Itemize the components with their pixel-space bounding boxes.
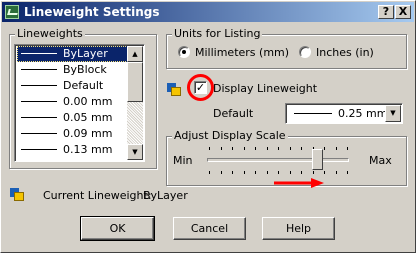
default-label: Default bbox=[213, 107, 254, 120]
lineweight-item-label: ByBlock bbox=[63, 63, 107, 76]
window-title: Lineweight Settings bbox=[24, 5, 160, 19]
help-title-button[interactable]: ? bbox=[378, 5, 394, 19]
default-lineweight-value: 0.25 mm bbox=[338, 107, 388, 120]
slider-tick bbox=[232, 147, 233, 150]
slider-tick bbox=[232, 171, 233, 174]
lineweight-sample-line bbox=[294, 113, 332, 114]
slider-tick bbox=[266, 171, 268, 174]
display-lineweight-label[interactable]: Display Lineweight bbox=[213, 82, 317, 95]
slider-tick bbox=[301, 171, 302, 174]
inches-label[interactable]: Inches (in) bbox=[316, 46, 374, 59]
lineweight-sample-line bbox=[21, 53, 57, 54]
units-group-label: Units for Listing bbox=[172, 27, 263, 40]
lineweight-sample-line bbox=[21, 69, 57, 70]
slider-tick bbox=[301, 147, 302, 150]
red-arrow-annotation bbox=[274, 178, 324, 188]
slider-tick bbox=[243, 171, 245, 174]
lineweight-item-label: 0.13 mm bbox=[63, 143, 113, 156]
lineweight-sample-line bbox=[21, 101, 57, 102]
slider-tick bbox=[335, 171, 337, 174]
lineweight-item-0-09[interactable]: 0.09 mm bbox=[17, 126, 128, 142]
help-button[interactable]: Help bbox=[262, 217, 335, 240]
lineweight-item-0-00[interactable]: 0.00 mm bbox=[17, 94, 128, 110]
close-title-button[interactable]: X bbox=[395, 5, 411, 19]
slider-tick bbox=[220, 147, 222, 150]
lineweight-item-label: ByLayer bbox=[63, 47, 108, 60]
lineweights-group-label: Lineweights bbox=[15, 27, 85, 40]
lineweight-sample-line bbox=[21, 149, 57, 150]
millimeters-label[interactable]: Millimeters (mm) bbox=[195, 46, 289, 59]
slider-tick bbox=[347, 171, 348, 174]
slider-tick bbox=[289, 171, 291, 174]
lineweight-item-label: 0.09 mm bbox=[63, 127, 113, 140]
lineweight-item-bylayer[interactable]: ByLayer bbox=[17, 46, 128, 62]
lineweight-item-byblock[interactable]: ByBlock bbox=[17, 62, 128, 78]
ok-button[interactable]: OK bbox=[80, 216, 155, 241]
scroll-up-button[interactable]: ▲ bbox=[127, 46, 143, 62]
slider-tick bbox=[243, 147, 245, 150]
slider-tick bbox=[324, 171, 325, 174]
display-lineweight-checkbox[interactable]: ✓ bbox=[194, 81, 207, 94]
title-bar: Lineweight Settings ? X bbox=[2, 2, 414, 22]
lineweight-item-label: 0.05 mm bbox=[63, 111, 113, 124]
lineweight-sample-line bbox=[21, 133, 57, 134]
lineweights-scrollbar[interactable]: ▲ ▼ bbox=[127, 46, 143, 160]
slider-tick bbox=[335, 147, 337, 150]
slider-tick bbox=[324, 147, 325, 150]
lineweight-item-default[interactable]: Default bbox=[17, 78, 128, 94]
lineweight-item-0-05[interactable]: 0.05 mm bbox=[17, 110, 128, 126]
lineweight-item-label: Default bbox=[63, 79, 104, 92]
lineweight-sample-line bbox=[21, 117, 57, 118]
scale-min-label: Min bbox=[173, 154, 193, 167]
lineweight-item-label: 0.00 mm bbox=[63, 95, 113, 108]
display-scale-slider-track[interactable] bbox=[207, 158, 349, 162]
lineweights-listbox[interactable]: ByLayer ByBlock Default 0.00 mm 0.05 mm … bbox=[14, 44, 145, 162]
inches-radio[interactable] bbox=[299, 46, 311, 58]
scroll-thumb[interactable] bbox=[127, 62, 143, 102]
lineweight-sample-line bbox=[21, 85, 57, 86]
default-lineweight-select[interactable]: 0.25 mm ▼ bbox=[285, 103, 403, 124]
slider-tick bbox=[209, 171, 210, 174]
slider-tick bbox=[312, 171, 314, 174]
slider-tick bbox=[278, 147, 279, 150]
current-lineweight-value: ByLayer bbox=[143, 189, 188, 202]
scroll-down-button[interactable]: ▼ bbox=[127, 144, 143, 160]
lineweight-item-0-13[interactable]: 0.13 mm bbox=[17, 142, 128, 158]
lineweight-settings-dialog: Lineweight Settings ? X Lineweights ByLa… bbox=[0, 0, 416, 253]
lineweights-group: Lineweights ByLayer ByBlock Default 0.00… bbox=[9, 28, 157, 169]
slider-tick bbox=[278, 171, 279, 174]
millimeters-radio[interactable] bbox=[178, 46, 190, 58]
slider-tick bbox=[255, 147, 256, 150]
slider-tick bbox=[255, 171, 256, 174]
slider-tick bbox=[220, 171, 222, 174]
lineweight-app-icon bbox=[5, 5, 19, 19]
display-scale-group-label: Adjust Display Scale bbox=[172, 129, 288, 142]
chevron-down-icon[interactable]: ▼ bbox=[385, 105, 401, 122]
lineweight-app-icon bbox=[167, 83, 181, 96]
display-scale-slider-thumb[interactable] bbox=[312, 149, 324, 170]
slider-tick bbox=[209, 147, 210, 150]
cancel-button[interactable]: Cancel bbox=[173, 217, 246, 240]
slider-tick bbox=[289, 147, 291, 150]
lineweight-app-icon bbox=[10, 188, 24, 201]
scale-max-label: Max bbox=[369, 154, 392, 167]
slider-tick bbox=[266, 147, 268, 150]
slider-tick bbox=[347, 147, 348, 150]
current-lineweight-label: Current Lineweight: bbox=[43, 189, 152, 202]
